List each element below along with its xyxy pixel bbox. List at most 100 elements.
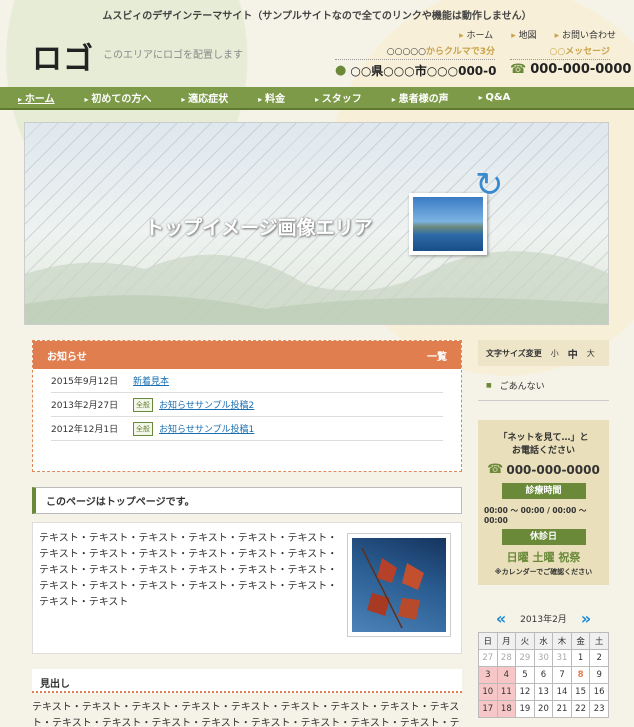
- news-header: お知らせ 一覧: [33, 341, 461, 369]
- calendar: 日 月 火 水 木 金 土 27 28 29 30 31 1 2 3 4 5 6…: [478, 632, 609, 718]
- hero-title: トップイメージ画像エリア: [145, 217, 373, 239]
- top-link-home[interactable]: ホーム: [459, 28, 493, 41]
- calendar-day: 23: [589, 700, 609, 718]
- clinic-info-box: 「ネットを見て…」と お電話ください ☎ 000-000-0000 診療時間 0…: [478, 420, 609, 585]
- calendar-day: 1: [570, 649, 591, 667]
- hours-label: 診療時間: [501, 483, 586, 499]
- access-info: ○○○○○からクルマで3分: [335, 44, 495, 60]
- news-heading: お知らせ: [47, 351, 87, 363]
- weekday-mon: 月: [496, 632, 517, 650]
- calendar-day: 28: [496, 649, 517, 667]
- weekday-tue: 火: [515, 632, 535, 650]
- page: ムスビィのデザインテーマサイト（サンプルサイトなので全てのリンクや機能は動作しま…: [0, 0, 634, 727]
- top-link-contact[interactable]: お問い合わせ: [555, 28, 616, 41]
- font-size-medium[interactable]: 中: [568, 346, 578, 361]
- closed-days: 日曜 土曜 祝祭: [506, 551, 581, 564]
- calendar-day: 19: [515, 700, 535, 718]
- page-heading: このページはトップページです。: [32, 487, 462, 514]
- access-prefix: ○○○○○: [386, 47, 426, 57]
- nav-fees[interactable]: 料金: [258, 90, 285, 105]
- nav-symptoms[interactable]: 適応症状: [181, 90, 228, 105]
- news-box: お知らせ 一覧 2015年9月12日 新着見本 2013年2月27日 全般 お知…: [32, 340, 462, 472]
- sidebar-phone: ☎ 000-000-0000: [484, 462, 603, 477]
- call-catchphrase: 「ネットを見て…」と お電話ください: [498, 433, 589, 456]
- access-suffix: からクルマで3分: [426, 47, 495, 57]
- calendar-day: 12: [515, 683, 535, 701]
- news-item: 2012年12月1日 全般 お知らせサンプル投稿1: [51, 417, 443, 441]
- calendar-day: 2: [589, 649, 609, 667]
- top-link-map[interactable]: 地図: [511, 28, 537, 41]
- calendar-day: 6: [533, 666, 554, 684]
- news-title-link[interactable]: お知らせサンプル投稿2: [159, 398, 254, 411]
- calendar-day: 29: [515, 649, 535, 667]
- sidebar-phone-number: 000-000-0000: [506, 462, 600, 477]
- nav-home[interactable]: ホーム: [18, 90, 55, 105]
- contact-message: ○○メッセージ: [510, 44, 610, 60]
- calendar-day: 9: [589, 666, 609, 684]
- weekday-fri: 金: [570, 632, 591, 650]
- font-size-label: 文字サイズ変更: [486, 348, 542, 358]
- hero-image-area: トップイメージ画像エリア ↻: [24, 122, 609, 325]
- news-item: 2013年2月27日 全般 お知らせサンプル投稿2: [51, 393, 443, 417]
- nav-staff[interactable]: スタッフ: [315, 90, 362, 105]
- phone-icon: ☎: [487, 462, 504, 477]
- nav-first-visit[interactable]: 初めての方へ: [85, 90, 151, 105]
- header-phone: ☎ 000-000-0000: [510, 62, 631, 77]
- leaves-photo: [347, 533, 451, 637]
- calendar-day: 31: [552, 649, 572, 667]
- prev-month-icon[interactable]: «: [496, 609, 506, 628]
- font-size-switcher: 文字サイズ変更 小 中 大: [478, 340, 609, 366]
- news-more-link[interactable]: 一覧: [427, 348, 447, 363]
- calendar-day: 14: [552, 683, 572, 701]
- news-category-tag[interactable]: 全般: [133, 421, 153, 436]
- calendar-day: 27: [478, 649, 498, 667]
- content-box: テキスト・テキスト・テキスト・テキスト・テキスト・テキスト・テキスト・テキスト・…: [32, 522, 462, 654]
- next-month-icon[interactable]: »: [581, 609, 591, 628]
- calendar-day: 15: [570, 683, 591, 701]
- calendar-header: « 2013年2月 »: [478, 608, 609, 628]
- news-category-tag[interactable]: 全般: [133, 397, 153, 412]
- header-phone-number: 000-000-0000: [530, 62, 632, 77]
- news-title-link[interactable]: お知らせサンプル投稿1: [159, 422, 254, 435]
- calendar-day: 5: [515, 666, 535, 684]
- top-links: ホーム 地図 お問い合わせ: [459, 28, 616, 41]
- news-date: 2012年12月1日: [51, 425, 119, 435]
- news-date: 2013年2月27日: [51, 401, 119, 411]
- phone-icon: ☎: [510, 62, 527, 77]
- leaf-illustration: [361, 547, 424, 629]
- calendar-day: 20: [533, 700, 554, 718]
- calendar-day: 10: [478, 683, 498, 701]
- news-title-link[interactable]: 新着見本: [133, 374, 169, 387]
- calendar-day: 3: [478, 666, 498, 684]
- subheading: 見出し: [32, 669, 462, 693]
- news-date: 2015年9月12日: [51, 377, 119, 387]
- calendar-day: 30: [533, 649, 554, 667]
- font-size-small[interactable]: 小: [551, 348, 559, 359]
- weekday-sun: 日: [478, 632, 498, 650]
- closed-label: 休診日: [501, 529, 586, 545]
- refresh-icon: ↻: [475, 165, 504, 205]
- calendar-day: 13: [533, 683, 554, 701]
- calendar-day: 16: [589, 683, 609, 701]
- calendar-day: 21: [552, 700, 572, 718]
- calendar-day: 11: [496, 683, 517, 701]
- hours-text: 00:00 ～ 00:00 / 00:00 ～ 00:00: [484, 506, 587, 525]
- calendar-day: 17: [478, 700, 498, 718]
- calendar-day: 22: [570, 700, 591, 718]
- calendar-day: 4: [496, 666, 517, 684]
- site-tagline: ムスビィのデザインテーマサイト（サンプルサイトなので全てのリンクや機能は動作しま…: [102, 11, 532, 22]
- bottom-text: テキスト・テキスト・テキスト・テキスト・テキスト・テキスト・テキスト・テキスト・…: [32, 702, 460, 727]
- nav-voices[interactable]: 患者様の声: [392, 90, 449, 105]
- news-item: 2015年9月12日 新着見本: [51, 369, 443, 393]
- nav-qa[interactable]: Q&A: [479, 92, 510, 103]
- weekday-wed: 水: [533, 632, 554, 650]
- font-size-large[interactable]: 大: [587, 348, 595, 359]
- closed-note: ※カレンダーでご確認ください: [494, 568, 593, 576]
- calendar-title: 2013年2月: [520, 614, 567, 625]
- logo[interactable]: ロゴ: [32, 34, 94, 78]
- calendar-day: 18: [496, 700, 517, 718]
- logo-note: このエリアにロゴを配置します: [103, 50, 243, 61]
- sidebar-item-guide[interactable]: ごあんない: [478, 370, 609, 401]
- content-text: テキスト・テキスト・テキスト・テキスト・テキスト・テキスト・テキスト・テキスト・…: [39, 533, 338, 608]
- address: ● ○○県○○○市○○○000-0: [335, 62, 497, 79]
